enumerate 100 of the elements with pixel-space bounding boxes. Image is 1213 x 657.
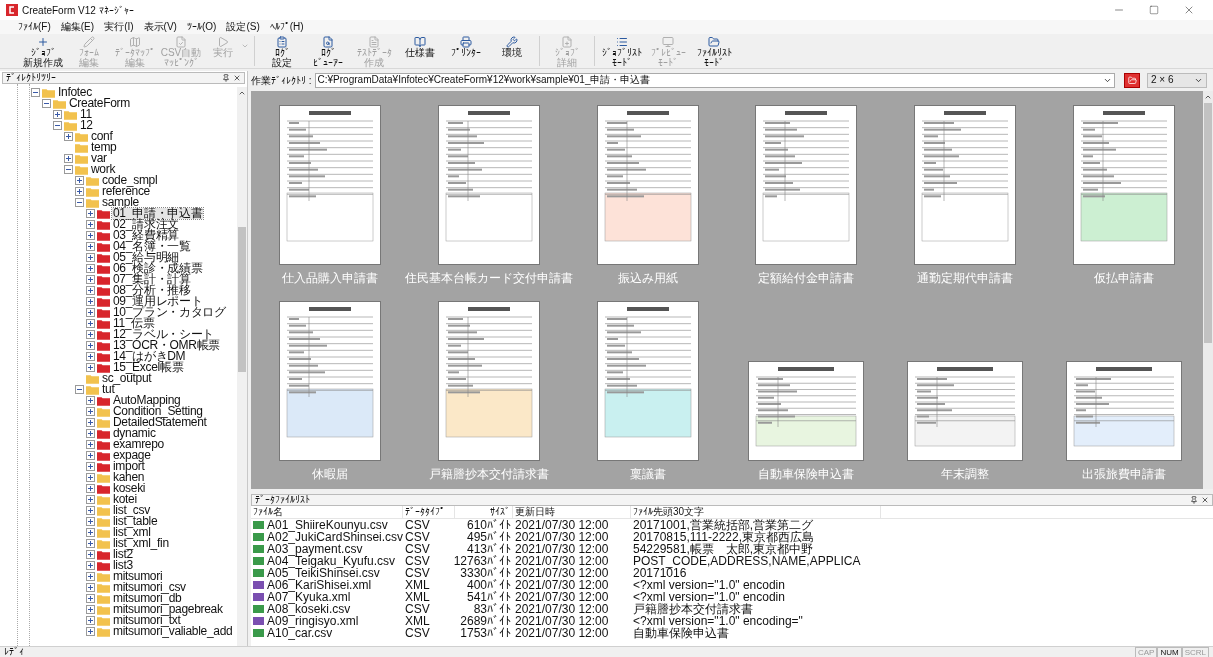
expand-toggle[interactable] (85, 297, 95, 306)
close-icon[interactable] (233, 74, 241, 82)
menu-item[interactable]: ﾂｰﾙ(O) (186, 21, 217, 33)
tree-item[interactable]: DetailedStatement (112, 417, 208, 428)
tree-item[interactable]: temp (90, 142, 118, 153)
tree-item[interactable]: mitsumori (112, 571, 164, 582)
expand-toggle[interactable] (85, 242, 95, 251)
form-thumbnail-drawing[interactable] (1065, 361, 1182, 461)
tree-item[interactable]: sc_output (101, 373, 153, 384)
toolbar-button[interactable]: ﾛｸﾞ ﾋﾞｭｰｱｰ (305, 34, 351, 68)
expand-toggle[interactable] (74, 187, 84, 196)
tree-item[interactable]: list2 (112, 549, 134, 560)
form-thumbnail-drawing[interactable] (438, 105, 540, 265)
expand-toggle[interactable] (85, 550, 95, 559)
expand-toggle[interactable] (85, 220, 95, 229)
form-thumbnail-drawing[interactable] (438, 301, 540, 461)
toolbar-button[interactable]: 仕様書 (397, 34, 443, 68)
expand-toggle[interactable] (85, 605, 95, 614)
close-icon[interactable] (1183, 4, 1195, 16)
tree-item[interactable]: kahen (112, 472, 146, 483)
tree-item[interactable]: 09_運用レポート (112, 296, 204, 307)
table-cell[interactable]: A09_ringisyo.xml (267, 615, 359, 627)
form-thumbnail-drawing[interactable] (907, 361, 1023, 461)
tree-item[interactable]: kotei (112, 494, 138, 505)
expand-toggle[interactable] (85, 484, 95, 493)
toolbar-button[interactable]: ﾌｧｲﾙﾘｽﾄ ﾓｰﾄﾞ (691, 34, 737, 68)
tree-item[interactable]: import (112, 461, 146, 472)
folder-button[interactable] (1124, 72, 1140, 88)
expand-toggle[interactable] (74, 176, 84, 185)
tree-item[interactable]: work (90, 164, 117, 175)
tree-item[interactable]: dynamic (112, 428, 157, 439)
tree-item[interactable]: code_smpl (101, 175, 159, 186)
toolbar-button[interactable]: ﾌﾟﾘﾝﾀｰ (443, 34, 489, 68)
form-thumbnail-drawing[interactable] (279, 105, 382, 265)
tree-item[interactable]: list_table (112, 516, 159, 527)
expand-toggle[interactable] (52, 110, 62, 119)
tree-item[interactable]: 07_集計・計算 (112, 274, 192, 285)
expand-toggle[interactable] (85, 539, 95, 548)
scrollbar[interactable] (1203, 91, 1213, 489)
tree-item[interactable]: 02_請求注文 (112, 219, 180, 230)
expand-toggle[interactable] (85, 473, 95, 482)
tree-item[interactable]: Infotec (57, 87, 93, 98)
column-header[interactable]: 更新日時 (513, 506, 631, 518)
menu-item[interactable]: ﾍﾙﾌﾟ(H) (269, 21, 304, 33)
form-thumbnail-drawing[interactable] (1072, 105, 1175, 265)
tree-item[interactable]: reference (101, 186, 151, 197)
expand-toggle[interactable] (85, 616, 95, 625)
table-cell[interactable]: A08_koseki.csv (267, 603, 351, 615)
scrollbar-thumb[interactable] (238, 227, 246, 372)
tree-item[interactable]: examrepo (112, 439, 165, 450)
tree-item[interactable]: mitsumori_pagebreak (112, 604, 224, 615)
menu-item[interactable]: ﾌｧｲﾙ(F) (18, 21, 51, 33)
column-header[interactable]: ﾌｧｲﾙ先頭30文字 (631, 506, 881, 518)
expand-toggle[interactable] (85, 495, 95, 504)
collapse-toggle[interactable] (52, 121, 62, 130)
expand-toggle[interactable] (85, 462, 95, 471)
collapse-toggle[interactable] (74, 385, 84, 394)
form-thumbnail-drawing[interactable] (755, 105, 858, 265)
toolbar-button[interactable]: 環境 (489, 34, 535, 68)
tree-item[interactable]: 08_分析・推移 (112, 285, 192, 296)
expand-toggle[interactable] (85, 407, 95, 416)
tree-item[interactable]: 12 (79, 120, 94, 131)
expand-toggle[interactable] (85, 352, 95, 361)
tree-item[interactable]: 11 (79, 109, 93, 120)
expand-toggle[interactable] (85, 451, 95, 460)
expand-toggle[interactable] (85, 528, 95, 537)
expand-toggle[interactable] (85, 627, 95, 636)
tree-item[interactable]: Condition_Setting (112, 406, 204, 417)
form-thumbnail-drawing[interactable] (914, 105, 1016, 265)
close-icon[interactable] (1201, 496, 1209, 504)
tree-item[interactable]: mitsumori_csv (112, 582, 187, 593)
table-cell[interactable]: A07_Kyuka.xml (267, 591, 351, 603)
expand-toggle[interactable] (85, 286, 95, 295)
tree-item[interactable]: 15_Excel帳票 (112, 362, 185, 373)
expand-toggle[interactable] (85, 209, 95, 218)
tree-item[interactable]: 10_プラン・カタログ (112, 307, 227, 318)
tree-item[interactable]: list3 (112, 560, 134, 571)
tree-item[interactable]: list_csv (112, 505, 151, 516)
column-header[interactable]: ｻｲｽﾞ (455, 506, 513, 518)
tree-item[interactable]: conf (90, 131, 114, 142)
collapse-toggle[interactable] (41, 99, 51, 108)
expand-toggle[interactable] (63, 154, 73, 163)
tree-item[interactable]: list_xml_fin (112, 538, 170, 549)
tree-item[interactable]: 06_検診・成績票 (112, 263, 204, 274)
expand-toggle[interactable] (85, 594, 95, 603)
expand-toggle[interactable] (85, 308, 95, 317)
expand-toggle[interactable] (85, 319, 95, 328)
tree-item[interactable]: 14_はがきDM (112, 351, 187, 362)
expand-toggle[interactable] (85, 341, 95, 350)
table-cell[interactable]: A06_KariShisei.xml (267, 579, 372, 591)
collapse-toggle[interactable] (30, 88, 40, 97)
expand-toggle[interactable] (85, 572, 95, 581)
scroll-up-icon[interactable] (1204, 93, 1212, 101)
form-thumbnail-drawing[interactable] (279, 301, 382, 461)
column-header[interactable]: ﾃﾞｰﾀﾀｲﾌﾟ (403, 506, 455, 518)
form-thumbnail-drawing[interactable] (748, 361, 865, 461)
work-directory-field[interactable]: C:¥ProgramData¥Infotec¥CreateForm¥12¥work¥sample¥01_申請・申込書 (314, 72, 1115, 88)
tree-item[interactable]: AutoMapping (112, 395, 182, 406)
menu-item[interactable]: 実行(I) (104, 21, 134, 33)
tree-item[interactable]: 03_経費精算 (112, 230, 180, 241)
